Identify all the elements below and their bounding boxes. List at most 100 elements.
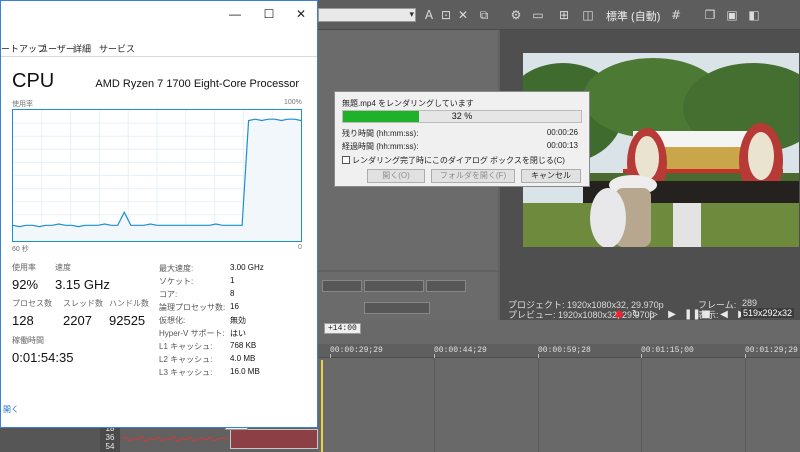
tab-bar: ートアップ ユーザー 詳細 サービス (1, 41, 317, 57)
utilization-value: 92% (12, 277, 39, 292)
cursor-offset-badge: +14:00 (324, 323, 361, 334)
tab-users[interactable]: ユーザー (39, 42, 75, 55)
spec-label: ソケット: (159, 277, 194, 286)
audio-waveform[interactable] (122, 431, 228, 447)
graph-x-left-label: 60 秒 (12, 246, 29, 253)
spec-label: L2 キャッシュ: (159, 355, 213, 364)
crop-icon[interactable]: ⊡ (438, 7, 454, 23)
timeline[interactable]: +14:00 00:00:29;29 00:00:44;29 00:00:59;… (318, 320, 800, 452)
delete-icon[interactable]: ✕ (455, 7, 471, 23)
text-icon[interactable]: A (421, 7, 437, 23)
processes-label: プロセス数 (12, 299, 52, 308)
save-snapshot-icon[interactable]: ▣ (724, 7, 740, 23)
ruler-label: 00:00:44;29 (434, 346, 487, 355)
frame-value: 289 (742, 298, 758, 308)
graph-x-right-label: 0 (298, 244, 302, 251)
task-manager-window: — ☐ ✕ ートアップ ユーザー 詳細 サービス CPU AMD Ryzen 7… (0, 0, 318, 428)
spec-value: 768 KB (230, 341, 257, 350)
close-icon[interactable]: ✕ (285, 5, 317, 23)
spec-label: コア: (159, 290, 178, 299)
threads-label: スレッド数 (63, 299, 103, 308)
audio-clip[interactable]: 1:16 (225, 420, 318, 449)
render-progress-dialog: 無題.mp4 をレンダリングしています 32 % 残り時間 (hh:mm:ss)… (334, 91, 590, 187)
playhead[interactable] (321, 360, 323, 452)
grid-line (745, 358, 746, 452)
utilization-label: 使用率 (12, 263, 36, 272)
open-button[interactable]: 開く(O) (367, 169, 425, 183)
handles-value: 92525 (109, 313, 146, 328)
spec-value: 1 (230, 276, 235, 285)
tab-details[interactable]: 詳細 (73, 42, 91, 55)
uptime-label: 稼働時間 (12, 336, 44, 345)
control-box[interactable] (364, 280, 424, 292)
spec-value: 無効 (230, 316, 246, 325)
control-box[interactable] (322, 280, 362, 292)
media-controls (318, 272, 498, 320)
overlay-icon[interactable]: ◫ (580, 7, 596, 23)
checkbox-label: レンダリング完了時にこのダイアログ ボックスを閉じる(C) (352, 156, 565, 165)
control-box[interactable] (364, 302, 430, 314)
ruler-label: 00:01:29;29 (745, 346, 798, 355)
cpu-usage-chart (12, 110, 302, 241)
spec-value: はい (230, 329, 246, 338)
speed-value: 3.15 GHz (55, 277, 110, 292)
cpu-title: CPU (12, 70, 55, 92)
uptime-value: 0:01:54:35 (12, 350, 74, 365)
spec-value: 16 (230, 302, 239, 311)
cancel-button[interactable]: キャンセル (521, 169, 581, 183)
top-toolbar: ▾ A ⊡ ✕ ⧉ ⚙ ▭ ⊞ ◫ 標準 (自動) # ❐ ▣ ◧ (318, 0, 800, 30)
spec-value: 3.00 GHz (230, 263, 264, 272)
cpu-usage-graph (12, 109, 302, 242)
elapsed-time-row: 経過時間 (hh:mm:ss): 00:00:13 (342, 141, 582, 152)
threads-value: 2207 (63, 313, 92, 328)
grid-line (434, 358, 435, 452)
preview-icon[interactable]: ⧉ (476, 7, 492, 23)
open-folder-button[interactable]: フォルダを開く(F) (431, 169, 515, 183)
copy-snapshot-icon[interactable]: ❐ (702, 7, 718, 23)
title-bar[interactable]: — ☐ ✕ (1, 1, 317, 31)
minimize-icon[interactable]: — (219, 5, 251, 23)
processes-value: 128 (12, 313, 34, 328)
render-title: 無題.mp4 をレンダリングしています (342, 99, 474, 108)
ruler-label: 00:00:29;29 (330, 346, 383, 355)
ruler-label: 00:00:59;28 (538, 346, 591, 355)
preview-quality-select[interactable]: 標準 (自動) (606, 8, 660, 24)
open-resource-monitor-link[interactable]: 開く (3, 404, 19, 415)
gear-icon[interactable]: ⚙ (508, 7, 524, 23)
control-box[interactable] (426, 280, 466, 292)
track-header[interactable] (0, 424, 100, 452)
channels-icon[interactable]: ◧ (746, 7, 762, 23)
ruler-tick (330, 354, 331, 358)
elapsed-label: 経過時間 (hh:mm:ss): (342, 142, 419, 151)
render-progress-bar: 32 % (342, 110, 582, 123)
spec-label: 最大速度: (159, 264, 194, 273)
ruler-label: 00:01:15;00 (641, 346, 694, 355)
monitor-icon[interactable]: ▭ (530, 7, 546, 23)
spec-value: 8 (230, 289, 235, 298)
grid-line (538, 358, 539, 452)
elapsed-value: 00:00:13 (546, 141, 578, 150)
checkbox-box[interactable] (342, 156, 350, 164)
spec-value: 16.0 MB (230, 367, 260, 376)
close-on-complete-checkbox[interactable]: レンダリング完了時にこのダイアログ ボックスを閉じる(C) (342, 155, 565, 166)
graph-y-max-label: 100% (284, 99, 302, 106)
spec-label: L1 キャッシュ: (159, 342, 213, 351)
display-value: 519x292x32 (741, 308, 795, 318)
spec-label: L3 キャッシュ: (159, 368, 213, 377)
split-screen-icon[interactable]: ⊞ (556, 7, 572, 23)
grid-line (641, 358, 642, 452)
time-ruler[interactable]: 00:00:29;29 00:00:44;29 00:00:59;28 00:0… (318, 344, 800, 358)
level-mark: 36 (105, 433, 115, 442)
grid-icon[interactable]: # (668, 7, 684, 23)
graph-y-label: 使用率 (12, 101, 33, 108)
speed-label: 速度 (55, 263, 71, 272)
track-level-scale: 18 36 54 (100, 424, 120, 452)
spec-value: 4.0 MB (230, 354, 256, 363)
remaining-label: 残り時間 (hh:mm:ss): (342, 129, 419, 138)
tab-services[interactable]: サービス (99, 42, 135, 55)
remaining-time-row: 残り時間 (hh:mm:ss): 00:00:26 (342, 128, 582, 139)
handles-label: ハンドル数 (109, 299, 149, 308)
chevron-down-icon: ▾ (409, 10, 414, 20)
media-filter-dropdown[interactable]: ▾ (318, 8, 416, 22)
maximize-icon[interactable]: ☐ (253, 5, 285, 23)
